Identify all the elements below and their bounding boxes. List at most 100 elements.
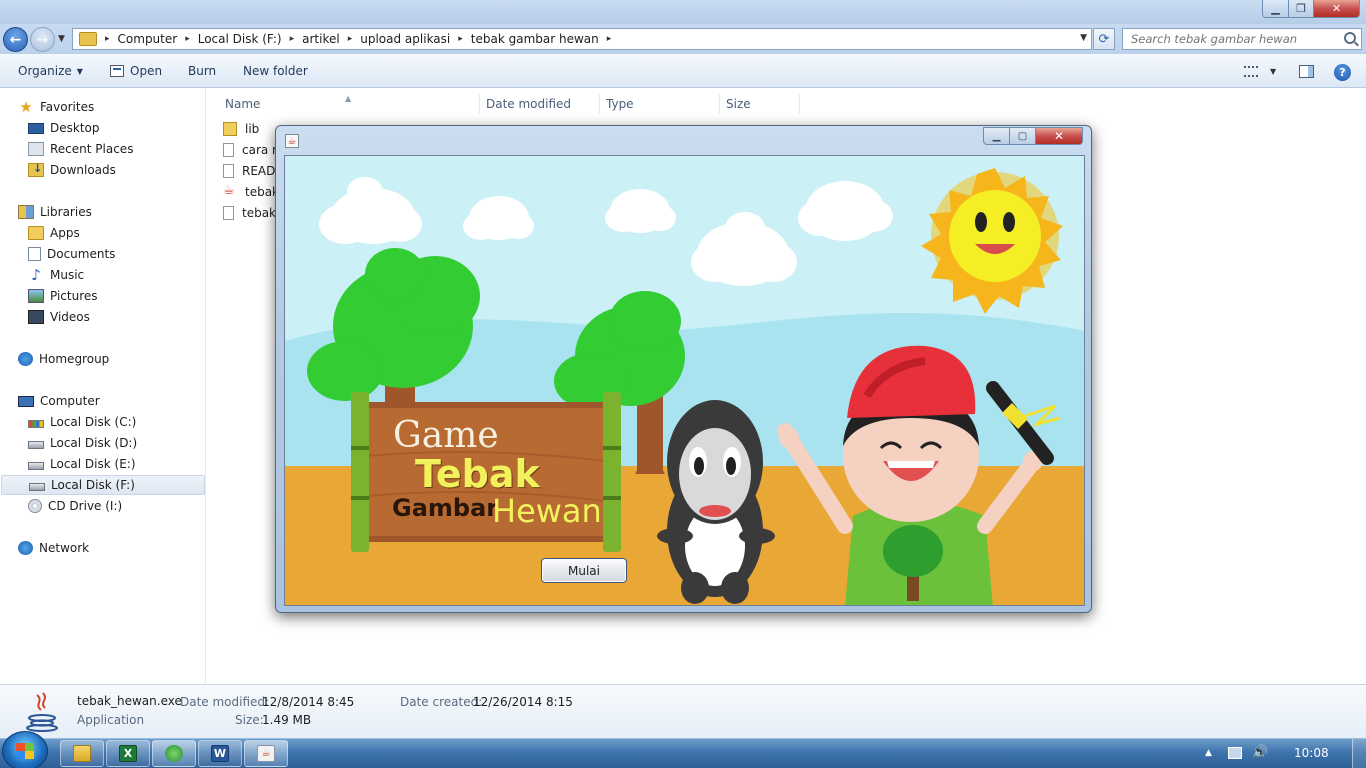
help-icon[interactable]: ? bbox=[1334, 64, 1351, 81]
nav-item-local-disk-f[interactable]: Local Disk (F:) bbox=[1, 475, 205, 495]
new-folder-button[interactable]: New folder bbox=[243, 64, 308, 78]
file-name: lib bbox=[245, 122, 260, 136]
nav-computer[interactable]: Computer bbox=[18, 391, 222, 411]
nav-favorites[interactable]: ★ Favorites bbox=[18, 97, 222, 117]
java-app-icon: ☕ bbox=[257, 745, 275, 762]
star-icon: ★ bbox=[19, 98, 33, 116]
nav-libraries-label: Libraries bbox=[40, 205, 92, 219]
file-row[interactable]: tebak bbox=[223, 182, 279, 202]
column-header-type[interactable]: Type bbox=[600, 94, 720, 114]
game-maximize-button[interactable]: ▢ bbox=[1009, 127, 1036, 145]
change-view-icon[interactable] bbox=[1244, 66, 1258, 77]
taskbar-network-app[interactable] bbox=[152, 740, 196, 767]
nav-item-recent-places[interactable]: Recent Places bbox=[28, 139, 232, 159]
breadcrumb-local-disk-f[interactable]: Local Disk (F:) bbox=[194, 32, 286, 46]
file-row[interactable]: lib bbox=[223, 119, 259, 139]
show-hidden-icons-icon[interactable]: ▲ bbox=[1205, 748, 1212, 758]
java-app-icon: ☕ bbox=[285, 134, 299, 148]
nav-item-documents[interactable]: Documents bbox=[28, 244, 232, 264]
start-button[interactable] bbox=[2, 731, 48, 768]
nav-item-local-disk-e[interactable]: Local Disk (E:) bbox=[28, 454, 232, 474]
game-title-tebak: Tebak bbox=[415, 452, 540, 496]
nav-item-pictures[interactable]: Pictures bbox=[28, 286, 232, 306]
volume-icon[interactable]: 🔊 bbox=[1252, 745, 1268, 760]
clock[interactable]: 10:08 bbox=[1294, 746, 1329, 760]
nav-item-label: Documents bbox=[47, 247, 116, 261]
refresh-button[interactable]: ⟳ bbox=[1093, 28, 1115, 50]
column-header-size[interactable]: Size bbox=[720, 94, 800, 114]
game-close-button[interactable]: ✕ bbox=[1035, 127, 1083, 145]
column-header-name[interactable]: Name ▲ bbox=[207, 94, 480, 114]
breadcrumb-tebak-gambar-hewan[interactable]: tebak gambar hewan bbox=[467, 32, 603, 46]
breadcrumb-computer[interactable]: Computer bbox=[114, 32, 182, 46]
nav-item-local-disk-c[interactable]: Local Disk (C:) bbox=[28, 412, 232, 432]
forward-button[interactable]: → bbox=[30, 27, 55, 52]
open-button[interactable]: Open bbox=[110, 64, 162, 78]
nav-item-videos[interactable]: Videos bbox=[28, 307, 232, 327]
breadcrumb-separator[interactable]: ▸ bbox=[454, 34, 467, 44]
windows-logo-icon bbox=[16, 743, 34, 759]
back-button[interactable]: ← bbox=[3, 27, 28, 52]
breadcrumb-separator[interactable]: ▸ bbox=[286, 34, 299, 44]
address-row: ← → ▼ ▸ Computer ▸ Local Disk (F:) ▸ art… bbox=[0, 24, 1366, 54]
breadcrumb-upload-aplikasi[interactable]: upload aplikasi bbox=[356, 32, 454, 46]
nav-item-label: Videos bbox=[50, 310, 90, 324]
nav-item-desktop[interactable]: Desktop bbox=[28, 118, 232, 138]
taskbar-word[interactable]: W bbox=[198, 740, 242, 767]
close-button[interactable]: ✕ bbox=[1313, 0, 1360, 18]
nav-item-cd-drive[interactable]: CD Drive (I:) bbox=[28, 496, 232, 516]
taskbar-explorer[interactable] bbox=[60, 740, 104, 767]
maximize-button[interactable]: ❐ bbox=[1288, 0, 1314, 18]
details-file-name: tebak_hewan.exe bbox=[77, 694, 182, 708]
breadcrumb-separator[interactable]: ▸ bbox=[101, 34, 114, 44]
address-bar[interactable]: ▸ Computer ▸ Local Disk (F:) ▸ artikel ▸… bbox=[72, 28, 1092, 50]
chevron-down-icon[interactable]: ▼ bbox=[1270, 67, 1276, 76]
show-desktop-button[interactable] bbox=[1352, 739, 1366, 768]
file-row[interactable]: cara r bbox=[223, 140, 277, 160]
recent-places-icon bbox=[28, 142, 44, 156]
nav-item-local-disk-d[interactable]: Local Disk (D:) bbox=[28, 433, 232, 453]
details-pane: tebak_hewan.exe Application Date modifie… bbox=[0, 684, 1366, 738]
burn-button[interactable]: Burn bbox=[188, 64, 216, 78]
organize-button[interactable]: Organize ▼ bbox=[18, 64, 83, 78]
nav-item-music[interactable]: ♪ Music bbox=[28, 265, 232, 285]
search-input[interactable] bbox=[1123, 32, 1333, 46]
search-icon[interactable] bbox=[1344, 32, 1356, 44]
nav-network[interactable]: Network bbox=[18, 538, 222, 558]
breadcrumb-separator[interactable]: ▸ bbox=[181, 34, 194, 44]
details-size: 1.49 MB bbox=[262, 713, 312, 727]
videos-icon bbox=[28, 310, 44, 324]
file-row[interactable]: READ bbox=[223, 161, 275, 181]
preview-pane-icon[interactable] bbox=[1299, 65, 1314, 78]
file-name: tebak bbox=[245, 185, 280, 199]
taskbar-java-app[interactable]: ☕ bbox=[244, 740, 288, 767]
sort-up-icon: ▲ bbox=[345, 94, 352, 103]
game-title-game: Game bbox=[393, 415, 499, 456]
file-row[interactable]: tebak bbox=[223, 203, 276, 223]
drive-icon bbox=[28, 441, 44, 449]
nav-item-label: Local Disk (D:) bbox=[50, 436, 138, 450]
minimize-button[interactable]: ▁ bbox=[1262, 0, 1289, 18]
taskbar: X W ☕ ▲ 🔊 10:08 bbox=[0, 731, 1366, 768]
breadcrumb-separator[interactable]: ▸ bbox=[603, 34, 616, 44]
nav-item-apps[interactable]: Apps bbox=[28, 223, 232, 243]
java-app-icon bbox=[26, 692, 58, 732]
folder-icon bbox=[223, 122, 237, 136]
chevron-down-icon[interactable]: ▼ bbox=[1080, 33, 1087, 43]
column-header-date-modified[interactable]: Date modified bbox=[480, 94, 600, 114]
start-game-button[interactable]: Mulai bbox=[541, 558, 627, 583]
breadcrumb-artikel[interactable]: artikel bbox=[298, 32, 344, 46]
documents-icon bbox=[28, 247, 41, 261]
network-tray-icon[interactable] bbox=[1228, 747, 1242, 759]
nav-item-label: Local Disk (E:) bbox=[50, 457, 136, 471]
nav-favorites-label: Favorites bbox=[40, 100, 95, 114]
nav-item-downloads[interactable]: Downloads bbox=[28, 160, 232, 180]
recent-pages-dropdown[interactable]: ▼ bbox=[58, 34, 65, 44]
nav-libraries[interactable]: Libraries bbox=[18, 202, 222, 222]
breadcrumb-separator[interactable]: ▸ bbox=[344, 34, 357, 44]
nav-homegroup[interactable]: Homegroup bbox=[18, 349, 222, 369]
search-box[interactable] bbox=[1122, 28, 1362, 50]
game-minimize-button[interactable]: ▁ bbox=[983, 127, 1010, 145]
taskbar-excel[interactable]: X bbox=[106, 740, 150, 767]
explorer-titlebar: ▁ ❐ ✕ bbox=[0, 0, 1366, 24]
